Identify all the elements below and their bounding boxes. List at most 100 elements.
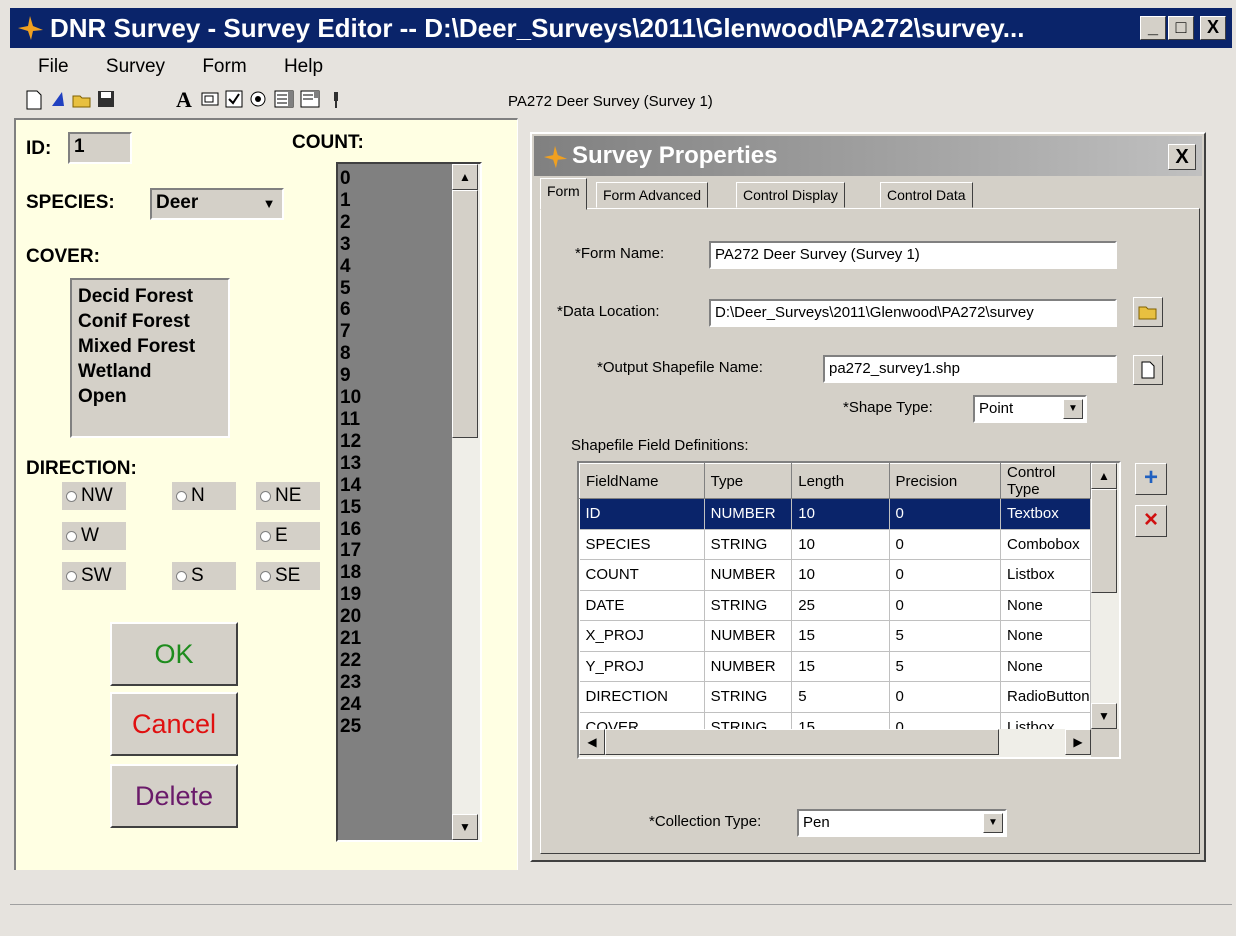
menu-survey[interactable]: Survey: [106, 56, 165, 77]
save-icon[interactable]: [96, 90, 116, 110]
output-shapefile-field[interactable]: pa272_survey1.shp: [823, 355, 1117, 383]
count-listbox[interactable]: 0 1 2 3 4 5 6 7 8 9 10 11 12 13 14 15 16 17 18 19 20 21 22 23 24…: [336, 162, 482, 842]
table-cell[interactable]: COUNT: [579, 559, 705, 591]
textbox-icon[interactable]: [200, 90, 220, 110]
gps-icon[interactable]: [326, 90, 346, 110]
table-row[interactable]: ID NUMBER 10 0 Textbox: [579, 498, 1091, 530]
radio-s[interactable]: S: [172, 562, 236, 590]
remove-field-button[interactable]: ×: [1135, 505, 1167, 537]
table-cell[interactable]: DATE: [579, 590, 705, 621]
radio-nw[interactable]: NW: [62, 482, 126, 510]
radio-n[interactable]: N: [172, 482, 236, 510]
table-cell[interactable]: 5: [889, 620, 1002, 652]
chevron-down-icon[interactable]: ▼: [1063, 399, 1083, 419]
count-item[interactable]: 23: [340, 672, 452, 694]
count-item[interactable]: 17: [340, 540, 452, 562]
table-cell[interactable]: None: [1000, 620, 1091, 652]
delete-button[interactable]: Delete: [110, 764, 238, 828]
id-field[interactable]: 1: [68, 132, 132, 164]
count-item[interactable]: 14: [340, 475, 452, 497]
dialog-close-button[interactable]: X: [1168, 144, 1196, 170]
count-item[interactable]: 18: [340, 562, 452, 584]
table-cell[interactable]: STRING: [704, 681, 793, 713]
count-item[interactable]: 13: [340, 453, 452, 475]
radio-icon[interactable]: [248, 90, 268, 110]
count-item[interactable]: 15: [340, 497, 452, 519]
radio-ne[interactable]: NE: [256, 482, 320, 510]
dialog-title-bar[interactable]: Survey Properties X: [534, 136, 1202, 176]
count-item[interactable]: 1: [340, 190, 452, 212]
table-cell[interactable]: STRING: [704, 529, 793, 560]
table-cell[interactable]: 0: [889, 498, 1002, 530]
list-item[interactable]: Wetland: [78, 359, 222, 384]
cancel-button[interactable]: Cancel: [110, 692, 238, 756]
count-item[interactable]: 9: [340, 365, 452, 387]
table-cell[interactable]: NUMBER: [704, 559, 793, 591]
close-button[interactable]: X: [1200, 16, 1226, 40]
new-doc-icon[interactable]: [24, 90, 44, 110]
table-row[interactable]: SPECIES STRING 10 0 Combobox: [579, 529, 1091, 560]
scroll-right-icon[interactable]: ▶: [1065, 729, 1091, 755]
table-cell[interactable]: 0: [889, 529, 1002, 560]
count-item[interactable]: 6: [340, 299, 452, 321]
count-item[interactable]: 21: [340, 628, 452, 650]
count-item[interactable]: 2: [340, 212, 452, 234]
table-cell[interactable]: NUMBER: [704, 651, 793, 682]
count-item[interactable]: 12: [340, 431, 452, 453]
table-cell[interactable]: Listbox: [1000, 559, 1091, 591]
table-cell[interactable]: X_PROJ: [579, 620, 705, 652]
table-row[interactable]: X_PROJ NUMBER 15 5 None: [579, 620, 1091, 652]
grid-horizontal-scrollbar[interactable]: ◀ ▶: [579, 729, 1091, 757]
pen-icon[interactable]: [48, 90, 68, 110]
count-item[interactable]: 5: [340, 278, 452, 300]
table-cell[interactable]: NUMBER: [704, 498, 793, 530]
text-label-icon[interactable]: A: [174, 89, 194, 111]
table-cell[interactable]: 5: [791, 681, 890, 713]
table-cell[interactable]: STRING: [704, 590, 793, 621]
count-item[interactable]: 3: [340, 234, 452, 256]
collection-type-combobox[interactable]: Pen ▼: [797, 809, 1007, 837]
count-scrollbar[interactable]: ▲ ▼: [452, 164, 480, 840]
scroll-thumb[interactable]: [452, 190, 478, 438]
count-item[interactable]: 7: [340, 321, 452, 343]
species-combobox[interactable]: Deer ▼: [150, 188, 284, 220]
count-item[interactable]: 10: [340, 387, 452, 409]
table-cell[interactable]: None: [1000, 651, 1091, 682]
add-field-button[interactable]: +: [1135, 463, 1167, 495]
chevron-down-icon[interactable]: ▼: [258, 192, 280, 216]
list-item[interactable]: Mixed Forest: [78, 334, 222, 359]
table-cell[interactable]: ID: [579, 498, 705, 530]
table-cell[interactable]: Y_PROJ: [579, 651, 705, 682]
open-folder-icon[interactable]: [1133, 297, 1163, 327]
table-cell[interactable]: None: [1000, 590, 1091, 621]
open-folder-icon[interactable]: [72, 90, 92, 110]
maximize-button[interactable]: □: [1168, 16, 1194, 40]
column-header[interactable]: FieldName: [579, 463, 705, 499]
table-cell[interactable]: 25: [791, 590, 890, 621]
list-item[interactable]: Open: [78, 384, 222, 409]
list-item[interactable]: Conif Forest: [78, 309, 222, 334]
column-header[interactable]: Type: [703, 463, 793, 499]
table-cell[interactable]: Combobox: [1000, 529, 1091, 560]
chevron-down-icon[interactable]: ▼: [983, 813, 1003, 833]
table-cell[interactable]: SPECIES: [579, 529, 705, 560]
form-name-field[interactable]: PA272 Deer Survey (Survey 1): [709, 241, 1117, 269]
title-bar[interactable]: DNR Survey - Survey Editor -- D:\Deer_Su…: [10, 8, 1232, 48]
table-row[interactable]: DIRECTION STRING 5 0 RadioButton: [579, 681, 1091, 713]
count-item[interactable]: 19: [340, 584, 452, 606]
count-item[interactable]: 24: [340, 694, 452, 716]
table-cell[interactable]: 5: [889, 651, 1002, 682]
column-header[interactable]: Precision: [888, 463, 1002, 499]
scroll-thumb[interactable]: [605, 729, 999, 755]
scroll-down-icon[interactable]: ▼: [452, 814, 478, 840]
menu-form[interactable]: Form: [202, 56, 246, 77]
listbox-icon[interactable]: [274, 90, 294, 110]
table-cell[interactable]: 10: [791, 529, 890, 560]
table-row[interactable]: Y_PROJ NUMBER 15 5 None: [579, 651, 1091, 682]
tab-control-data[interactable]: Control Data: [880, 182, 973, 208]
table-cell[interactable]: NUMBER: [704, 620, 793, 652]
cover-listbox[interactable]: Decid Forest Conif Forest Mixed Forest W…: [70, 278, 230, 438]
ok-button[interactable]: OK: [110, 622, 238, 686]
tab-form-advanced[interactable]: Form Advanced: [596, 182, 709, 208]
scroll-down-icon[interactable]: ▼: [1091, 703, 1117, 729]
